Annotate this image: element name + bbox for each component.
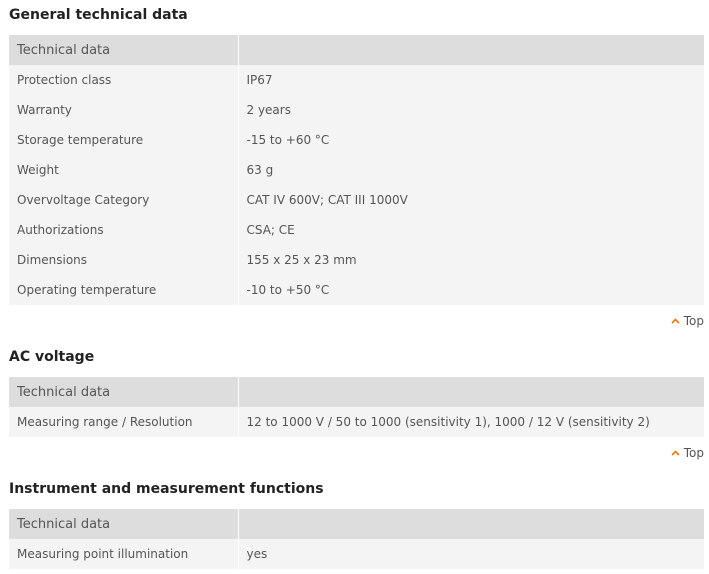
back-to-top-link[interactable]: Top [671,314,704,328]
spec-value-warranty: 2 years [238,95,704,125]
section-ac-voltage: AC voltage [0,346,709,368]
table-header-row: Technical data [9,35,704,65]
ac-voltage-table: Technical data Measuring range / Resolut… [9,377,704,437]
spec-label-measuring-point-illumination: Measuring point illumination [9,539,239,569]
table-row: Operating temperature -10 to +50 °C [9,275,704,305]
section-title: General technical data [9,7,188,23]
table-header-technical-data: Technical data [9,509,239,539]
table-row: Weight 63 g [9,155,704,185]
general-technical-data-table: Technical data Protection class IP67 War… [9,35,704,305]
spec-label-overvoltage-category: Overvoltage Category [9,185,239,215]
spec-value-overvoltage-category: CAT IV 600V; CAT III 1000V [238,185,704,215]
section-title: AC voltage [9,349,95,365]
spec-label-storage-temperature: Storage temperature [9,125,239,155]
spec-label-operating-temperature: Operating temperature [9,275,239,305]
table-header-technical-data: Technical data [9,377,239,407]
spec-label-warranty: Warranty [9,95,239,125]
spec-label-authorizations: Authorizations [9,215,239,245]
spec-value-dimensions: 155 x 25 x 23 mm [238,245,704,275]
instrument-functions-table: Technical data Measuring point illuminat… [9,509,704,569]
section-title: Instrument and measurement functions [9,481,324,497]
table-header-value [238,35,704,65]
table-header-value [238,377,704,407]
spec-label-measuring-range: Measuring range / Resolution [9,407,239,437]
spec-label-protection-class: Protection class [9,65,239,95]
spec-label-dimensions: Dimensions [9,245,239,275]
spec-value-weight: 63 g [238,155,704,185]
spec-value-protection-class: IP67 [238,65,704,95]
back-to-top-link[interactable]: Top [671,446,704,460]
table-row: Storage temperature -15 to +60 °C [9,125,704,155]
section-general-technical-data: General technical data [0,4,709,26]
table-row: Warranty 2 years [9,95,704,125]
spec-value-measuring-point-illumination: yes [238,539,704,569]
table-row: Dimensions 155 x 25 x 23 mm [9,245,704,275]
spec-value-measuring-range: 12 to 1000 V / 50 to 1000 (sensitivity 1… [238,407,704,437]
table-row: Protection class IP67 [9,65,704,95]
table-header-technical-data: Technical data [9,35,239,65]
table-row: Authorizations CSA; CE [9,215,704,245]
chevron-up-icon [671,450,680,456]
back-to-top-label: Top [683,446,704,460]
chevron-up-icon [671,318,680,324]
spec-label-weight: Weight [9,155,239,185]
table-header-row: Technical data [9,377,704,407]
spec-value-authorizations: CSA; CE [238,215,704,245]
table-row: Measuring point illumination yes [9,539,704,569]
table-row: Measuring range / Resolution 12 to 1000 … [9,407,704,437]
spec-value-storage-temperature: -15 to +60 °C [238,125,704,155]
table-row: Overvoltage Category CAT IV 600V; CAT II… [9,185,704,215]
table-header-value [238,509,704,539]
spec-value-operating-temperature: -10 to +50 °C [238,275,704,305]
back-to-top-label: Top [683,314,704,328]
table-header-row: Technical data [9,509,704,539]
section-instrument-measurement-functions: Instrument and measurement functions [0,478,709,500]
